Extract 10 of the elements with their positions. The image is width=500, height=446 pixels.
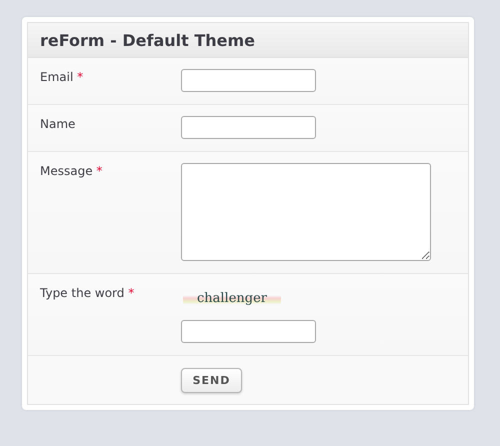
form-title: reForm - Default Theme bbox=[28, 23, 468, 58]
field-label: Type the word * bbox=[40, 285, 136, 302]
send-button[interactable]: SEND bbox=[181, 368, 242, 393]
captcha-field[interactable] bbox=[181, 320, 316, 343]
field-label: Message * bbox=[40, 163, 104, 180]
text-field[interactable] bbox=[181, 69, 316, 92]
field-label: Name bbox=[40, 116, 76, 133]
text-field[interactable] bbox=[181, 116, 316, 139]
message-field[interactable] bbox=[181, 163, 431, 261]
field-label: Email * bbox=[40, 69, 84, 86]
